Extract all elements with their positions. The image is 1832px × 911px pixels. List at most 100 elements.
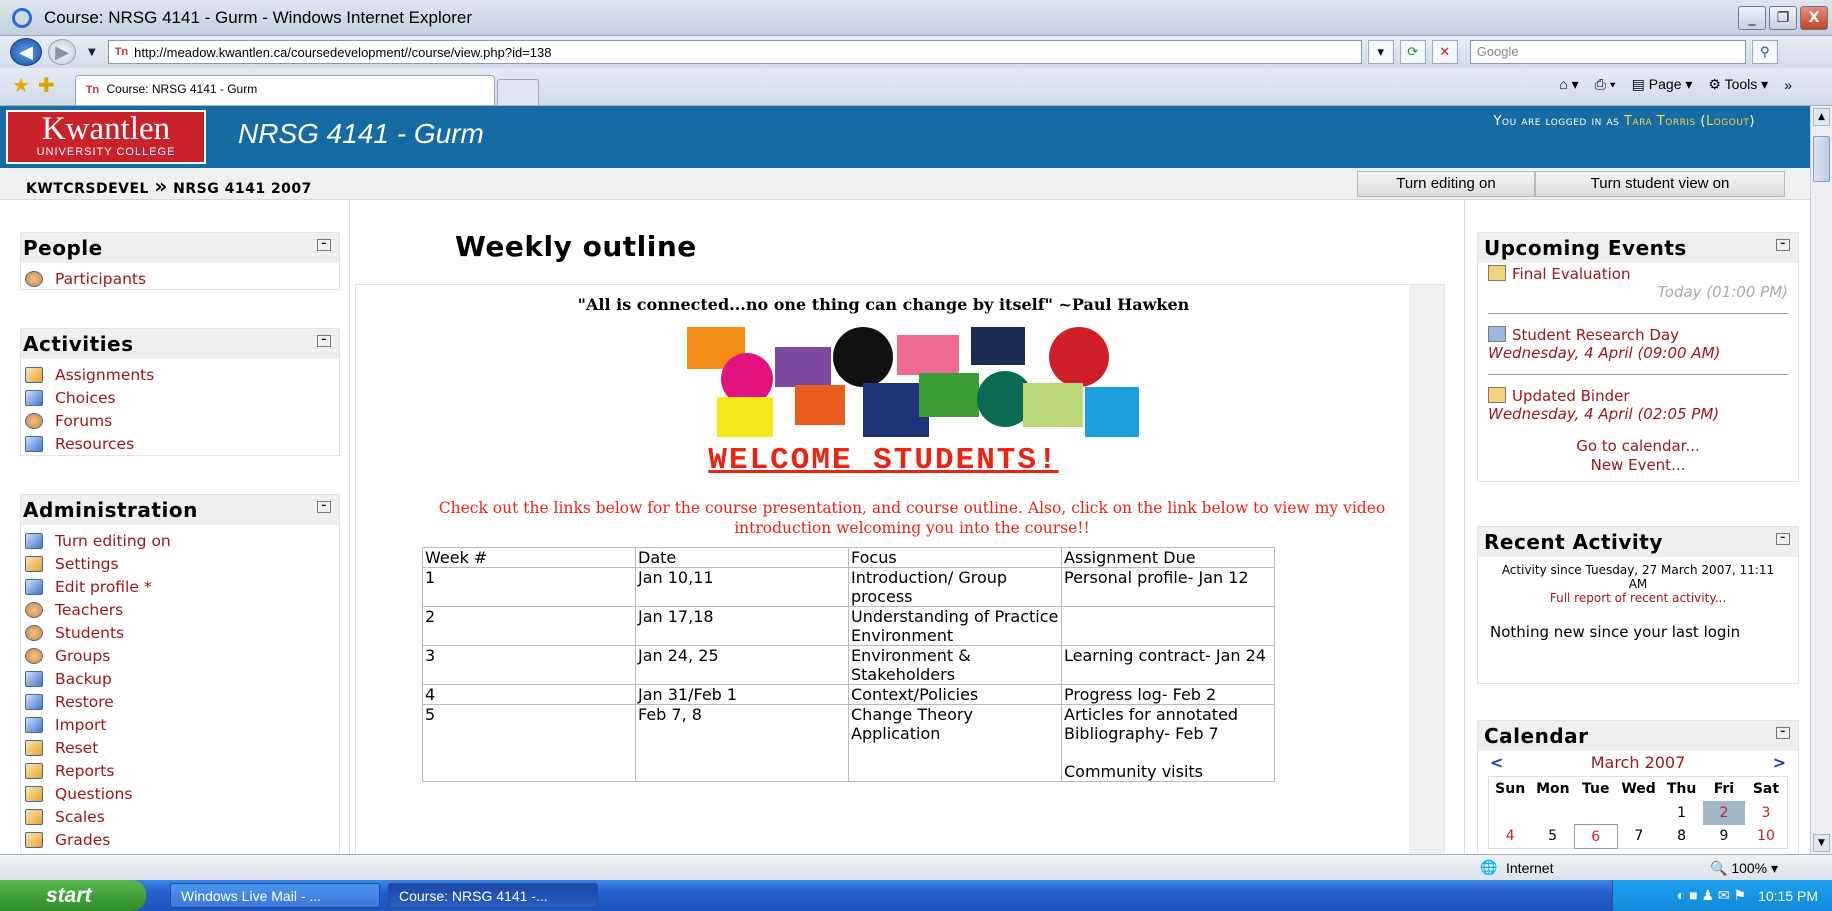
search-icon[interactable]: ⚲ [1751, 40, 1778, 64]
sidebar-item[interactable]: Reports [21, 759, 339, 782]
minimize-button[interactable]: _ [1738, 6, 1766, 30]
menu-icon [25, 435, 43, 452]
calendar-cell[interactable]: 7 [1617, 825, 1660, 849]
calendar-cell[interactable]: 10 [1745, 825, 1788, 849]
scroll-thumb[interactable] [1813, 136, 1830, 182]
schedule-table: Week # Date Focus Assignment Due 1 Jan 10… [422, 547, 1275, 782]
sidebar-item[interactable]: Resources [21, 432, 339, 455]
sidebar-item[interactable]: Scales [21, 805, 339, 828]
sidebar-item[interactable]: Backup [21, 667, 339, 690]
next-month-button[interactable]: > [1773, 753, 1786, 772]
sidebar-item[interactable]: Assignments [21, 363, 339, 386]
calendar-cell[interactable]: 2 [1702, 800, 1745, 825]
sidebar-item[interactable]: Settings [21, 552, 339, 575]
breadcrumb-separator: » [154, 174, 168, 198]
calendar-cell[interactable]: Thu [1660, 777, 1703, 801]
address-toolbar: ◀ ▶ ▼ Tn http://meadow.kwantlen.ca/cours… [0, 36, 1832, 68]
user-link[interactable]: Tara Torris [1624, 114, 1696, 129]
chevron-more-icon[interactable]: » [1784, 77, 1792, 93]
vertical-scrollbar[interactable]: ▲ ▼ [1810, 106, 1832, 854]
start-button[interactable]: start [0, 880, 146, 911]
address-dropdown-icon[interactable]: ▾ [1367, 40, 1394, 64]
sidebar-item[interactable]: Turn editing on [21, 529, 339, 552]
calendar-cell[interactable]: 6 [1573, 824, 1618, 849]
calendar-cell[interactable]: 4 [1489, 825, 1532, 849]
calendar-cell[interactable]: Fri [1703, 777, 1745, 801]
calendar-cell[interactable]: 3 [1745, 801, 1788, 825]
sidebar-item[interactable]: Reset [21, 736, 339, 759]
refresh-icon[interactable]: ⟳ [1399, 40, 1426, 64]
calendar-cell[interactable]: Tue [1574, 777, 1617, 801]
add-favorites-icon[interactable]: ✚ [38, 73, 55, 97]
logout-link[interactable]: Logout [1706, 114, 1749, 129]
sidebar-item[interactable]: Forums [21, 409, 339, 432]
collapse-icon[interactable]: – [1776, 533, 1790, 545]
taskbar-item-mail[interactable]: Windows Live Mail - ... [170, 883, 380, 908]
sidebar-item-label: Edit profile * [55, 577, 152, 596]
kwantlen-logo[interactable]: Kwantlen UNIVERSITY COLLEGE [6, 110, 206, 164]
table-header: Week # [422, 547, 636, 568]
favorites-star-icon[interactable]: ★ [12, 73, 30, 97]
address-field[interactable]: Tn http://meadow.kwantlen.ca/coursedevel… [107, 40, 1362, 64]
calendar-cell[interactable]: Mon [1531, 777, 1574, 801]
calendar-cell[interactable]: 5 [1531, 825, 1574, 849]
clock: 10:15 PM [1758, 887, 1818, 904]
taskbar-item-ie[interactable]: Course: NRSG 4141 -... [388, 883, 598, 908]
calendar-cell[interactable]: 9 [1703, 825, 1745, 849]
close-button[interactable]: X [1800, 6, 1828, 30]
breadcrumb-root[interactable]: KWTCRSDEVEL [26, 181, 149, 197]
home-icon[interactable]: ⌂ ▾ [1559, 76, 1578, 93]
sidebar-item[interactable]: Import [21, 713, 339, 736]
new-tab-button[interactable] [496, 79, 539, 105]
sidebar-item[interactable]: Grades [21, 828, 339, 851]
tray-icons[interactable]: ◐ ■ ♟ ✉ ⚑ [1677, 887, 1746, 904]
people-block: People – Participants [20, 232, 340, 290]
new-event-link[interactable]: New Event... [1591, 456, 1686, 474]
scroll-down-icon[interactable]: ▼ [1813, 834, 1830, 852]
collapse-icon[interactable]: – [1776, 727, 1790, 739]
print-icon[interactable]: ⎙ ▾ [1595, 76, 1616, 93]
stop-icon[interactable]: ✕ [1431, 40, 1458, 64]
sidebar-item[interactable]: Groups [21, 644, 339, 667]
table-cell: Jan 31/Feb 1 [635, 684, 849, 705]
collapse-icon[interactable]: – [317, 239, 331, 251]
scroll-up-icon[interactable]: ▲ [1813, 108, 1830, 126]
event-link[interactable]: Final Evaluation [1512, 265, 1630, 283]
page-menu[interactable]: ▤ Page ▾ [1632, 76, 1693, 93]
tab-course[interactable]: Tn Course: NRSG 4141 - Gurm [74, 75, 495, 105]
menu-icon [25, 578, 43, 595]
calendar-cell[interactable]: 1 [1660, 801, 1703, 825]
event-link[interactable]: Updated Binder [1512, 387, 1630, 405]
sidebar-item[interactable]: Participants [21, 267, 339, 290]
student-view-button[interactable]: Turn student view on [1535, 171, 1785, 197]
sidebar-item[interactable]: Questions [21, 782, 339, 805]
zoom-level[interactable]: 🔍 100% ▾ [1710, 860, 1778, 877]
back-button[interactable]: ◀ [10, 38, 42, 66]
go-to-calendar-link[interactable]: Go to calendar... [1576, 437, 1700, 455]
sidebar-item[interactable]: Students [21, 621, 339, 644]
recent-activity-block: Recent Activity – Activity since Tuesday,… [1477, 526, 1799, 684]
sidebar-item[interactable]: Edit profile * [21, 575, 339, 598]
calendar-cell[interactable]: 8 [1660, 825, 1703, 849]
menu-icon [25, 739, 43, 756]
main-content: Weekly outline "All is connected...no on… [351, 200, 1464, 854]
turn-editing-on-button[interactable]: Turn editing on [1357, 171, 1535, 197]
collapse-icon[interactable]: – [317, 501, 331, 513]
forward-button[interactable]: ▶ [48, 39, 76, 65]
sidebar-item[interactable]: Choices [21, 386, 339, 409]
sidebar-item[interactable]: Teachers [21, 598, 339, 621]
tools-menu[interactable]: ⚙ Tools ▾ [1708, 76, 1768, 93]
calendar-cell[interactable]: Wed [1617, 777, 1660, 801]
full-report-link[interactable]: Full report of recent activity... [1478, 591, 1798, 605]
prev-month-button[interactable]: < [1490, 753, 1503, 772]
calendar-cell[interactable]: Sat [1745, 777, 1788, 801]
search-input[interactable]: Google [1469, 40, 1746, 64]
event-time: Wednesday, 4 April (09:00 AM) [1488, 344, 1721, 362]
history-dropdown-icon[interactable]: ▼ [88, 47, 96, 58]
calendar-cell[interactable]: Sun [1489, 777, 1532, 801]
restore-button[interactable]: ❐ [1769, 6, 1797, 30]
collapse-icon[interactable]: – [1776, 239, 1790, 251]
collapse-icon[interactable]: – [317, 335, 331, 347]
event-link[interactable]: Student Research Day [1512, 326, 1679, 344]
sidebar-item[interactable]: Restore [21, 690, 339, 713]
